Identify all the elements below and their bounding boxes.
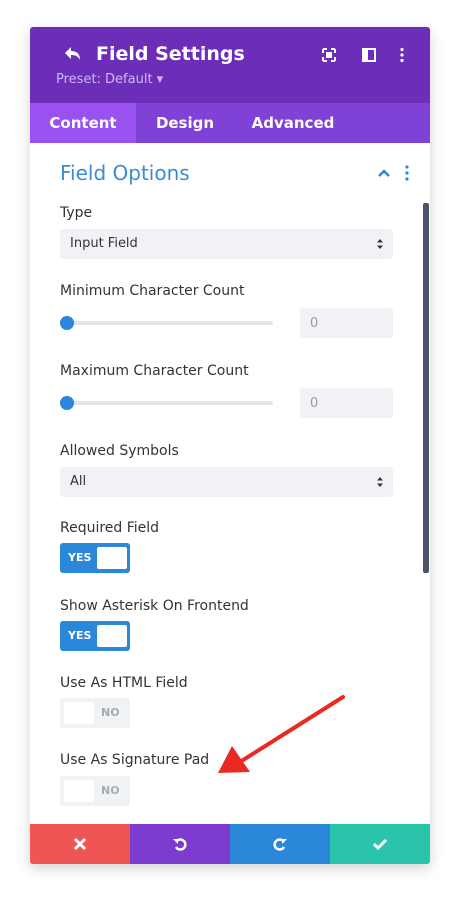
- type-select-value: Input Field: [70, 236, 138, 251]
- cancel-button[interactable]: [30, 824, 130, 864]
- html-field-label: Use As HTML Field: [60, 675, 188, 691]
- allowed-symbols-select[interactable]: All: [60, 467, 393, 497]
- max-count-input[interactable]: [300, 388, 393, 418]
- toggle-knob: [64, 702, 94, 724]
- show-asterisk-label: Show Asterisk On Frontend: [60, 598, 249, 614]
- section-kebab-icon[interactable]: [401, 164, 413, 182]
- allowed-symbols-label: Allowed Symbols: [60, 443, 179, 459]
- save-button[interactable]: [330, 824, 430, 864]
- back-arrow-icon[interactable]: [61, 44, 83, 66]
- type-label: Type: [60, 205, 93, 221]
- redo-button[interactable]: [230, 824, 330, 864]
- toggle-knob: [97, 625, 127, 647]
- signature-pad-toggle[interactable]: NO: [60, 776, 130, 806]
- max-count-slider[interactable]: [67, 401, 273, 405]
- toggle-knob: [97, 547, 127, 569]
- select-arrows-icon: [377, 239, 383, 249]
- show-asterisk-toggle[interactable]: YES: [60, 621, 130, 651]
- min-count-slider[interactable]: [67, 321, 273, 325]
- split-view-icon[interactable]: [361, 47, 377, 63]
- max-count-slider-handle[interactable]: [60, 396, 74, 410]
- chevron-up-icon[interactable]: [377, 168, 391, 178]
- panel-title: Field Settings: [96, 43, 245, 65]
- min-count-slider-handle[interactable]: [60, 316, 74, 330]
- toggle-state-text: YES: [68, 629, 92, 642]
- undo-icon: [173, 838, 187, 851]
- type-select[interactable]: Input Field: [60, 229, 393, 259]
- kebab-menu-icon[interactable]: [394, 47, 410, 63]
- check-icon: [372, 838, 388, 851]
- scrollbar[interactable]: [423, 203, 429, 573]
- min-count-label: Minimum Character Count: [60, 283, 245, 299]
- toggle-knob: [64, 780, 94, 802]
- tab-bar: Content Design Advanced: [30, 103, 430, 143]
- fullscreen-icon[interactable]: [321, 47, 337, 63]
- allowed-symbols-value: All: [70, 474, 87, 489]
- toggle-state-text: NO: [101, 784, 120, 797]
- close-icon: [73, 837, 87, 851]
- required-field-toggle[interactable]: YES: [60, 543, 130, 573]
- min-count-input[interactable]: [300, 308, 393, 338]
- panel-header: Field Settings Preset: Default ▾: [30, 27, 430, 103]
- redo-icon: [273, 838, 287, 851]
- select-arrows-icon: [377, 477, 383, 487]
- footer-actions: [30, 824, 430, 864]
- red-annotation-arrow-icon: [218, 695, 345, 773]
- tab-advanced[interactable]: Advanced: [240, 103, 346, 143]
- required-field-label: Required Field: [60, 520, 160, 536]
- signature-pad-label: Use As Signature Pad: [60, 752, 210, 768]
- tab-content[interactable]: Content: [30, 103, 136, 143]
- max-count-label: Maximum Character Count: [60, 363, 249, 379]
- undo-button[interactable]: [130, 824, 230, 864]
- toggle-state-text: NO: [101, 706, 120, 719]
- section-title[interactable]: Field Options: [60, 161, 190, 185]
- preset-dropdown[interactable]: Preset: Default ▾: [56, 72, 163, 87]
- tab-design[interactable]: Design: [136, 103, 234, 143]
- html-field-toggle[interactable]: NO: [60, 698, 130, 728]
- toggle-state-text: YES: [68, 551, 92, 564]
